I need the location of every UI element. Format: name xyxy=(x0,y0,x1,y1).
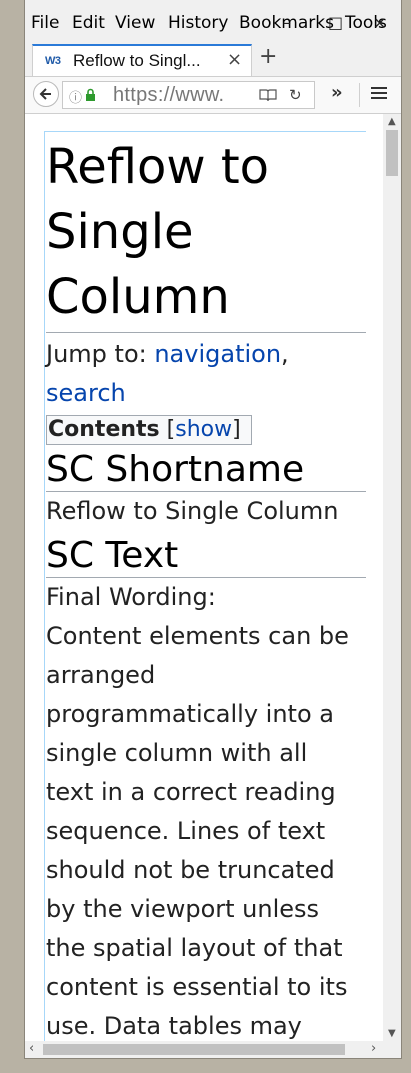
toc-label: Contents xyxy=(48,417,160,442)
body-line: arranged xyxy=(46,661,156,689)
page-title-line: Column xyxy=(46,269,230,325)
toc-show-link[interactable]: show xyxy=(175,417,232,442)
navigation-toolbar: ⓘ https://www. ↻ » xyxy=(25,77,401,114)
menu-view[interactable]: View xyxy=(115,13,155,33)
body-line: use. Data tables may xyxy=(46,1012,302,1040)
w3c-favicon-icon: W3 xyxy=(45,55,61,67)
hamburger-menu-icon[interactable] xyxy=(371,86,387,100)
page-title: Reflow to Single Column xyxy=(46,132,366,333)
toolbar-divider xyxy=(359,83,360,107)
jump-to-label: Jump to: xyxy=(46,340,155,368)
scrollbar-corner xyxy=(383,1041,401,1058)
menu-history[interactable]: History xyxy=(168,13,228,33)
url-text: https://www. xyxy=(113,84,225,106)
scroll-right-arrow-icon[interactable]: › xyxy=(371,1041,376,1056)
search-link[interactable]: search xyxy=(46,379,126,407)
url-bar[interactable]: ⓘ https://www. ↻ xyxy=(62,81,315,109)
back-arrow-icon xyxy=(39,88,51,100)
body-line: single column with all xyxy=(46,739,308,767)
heading-sc-shortname: SC Shortname xyxy=(46,449,366,492)
reader-view-icon[interactable] xyxy=(259,88,277,102)
vertical-scrollbar[interactable]: ▲ ▼ xyxy=(383,114,401,1045)
body-line: Content elements can be xyxy=(46,622,349,650)
body-line: should not be truncated xyxy=(46,856,335,884)
page-title-line: Reflow to xyxy=(46,139,270,195)
shortname-text: Reflow to Single Column xyxy=(46,497,339,525)
toolbar-overflow-icon[interactable]: » xyxy=(331,82,343,103)
close-window-icon[interactable]: × xyxy=(373,13,386,33)
menu-edit[interactable]: Edit xyxy=(72,13,105,33)
final-wording-label: Final Wording: xyxy=(46,583,216,611)
body-line: sequence. Lines of text xyxy=(46,817,326,845)
body-line: programmatically into a xyxy=(46,700,334,728)
menu-bar: File Edit View History Bookmarks Tools –… xyxy=(25,0,401,38)
page-viewport: Reflow to Single Column Jump to: navigat… xyxy=(25,114,383,1045)
horizontal-scroll-thumb[interactable] xyxy=(43,1044,345,1055)
table-of-contents: Contents [show] xyxy=(46,415,252,445)
back-button[interactable] xyxy=(33,81,59,107)
new-tab-icon[interactable]: + xyxy=(259,46,277,68)
horizontal-scrollbar[interactable]: ‹ › xyxy=(25,1041,383,1058)
scroll-down-arrow-icon[interactable]: ▼ xyxy=(388,1028,396,1039)
tab-title: Reflow to Singl... xyxy=(73,51,201,70)
menu-file[interactable]: File xyxy=(31,13,59,33)
jump-to: Jump to: navigation, search xyxy=(46,335,366,413)
body-line: by the viewport unless xyxy=(46,895,320,923)
browser-window: File Edit View History Bookmarks Tools –… xyxy=(24,0,402,1059)
tab-close-icon[interactable]: × xyxy=(227,49,242,70)
page-title-line: Single xyxy=(46,204,194,260)
minimize-icon[interactable]: – xyxy=(283,13,291,33)
vertical-scroll-thumb[interactable] xyxy=(386,130,398,176)
sc-body-text: Content elements can be arranged program… xyxy=(46,617,366,1045)
maximize-icon[interactable]: □ xyxy=(328,13,343,33)
info-icon[interactable]: ⓘ xyxy=(69,87,82,106)
body-line: text in a correct reading xyxy=(46,778,336,806)
lock-icon xyxy=(86,88,95,101)
tab-strip: W3 Reflow to Singl... × + xyxy=(25,38,401,77)
body-line: the spatial layout of that xyxy=(46,934,343,962)
reload-icon[interactable]: ↻ xyxy=(289,86,302,104)
body-line: content is essential to its xyxy=(46,973,348,1001)
scroll-left-arrow-icon[interactable]: ‹ xyxy=(29,1041,34,1056)
toc-bracket-open: [ xyxy=(166,417,176,442)
scroll-up-arrow-icon[interactable]: ▲ xyxy=(388,116,396,127)
heading-sc-text: SC Text xyxy=(46,535,366,578)
jump-separator: , xyxy=(281,340,289,368)
tab-active[interactable]: W3 Reflow to Singl... × xyxy=(32,44,252,76)
article-content: Reflow to Single Column Jump to: navigat… xyxy=(44,131,366,1045)
toc-bracket-close: ] xyxy=(232,417,241,442)
navigation-link[interactable]: navigation xyxy=(154,340,281,368)
